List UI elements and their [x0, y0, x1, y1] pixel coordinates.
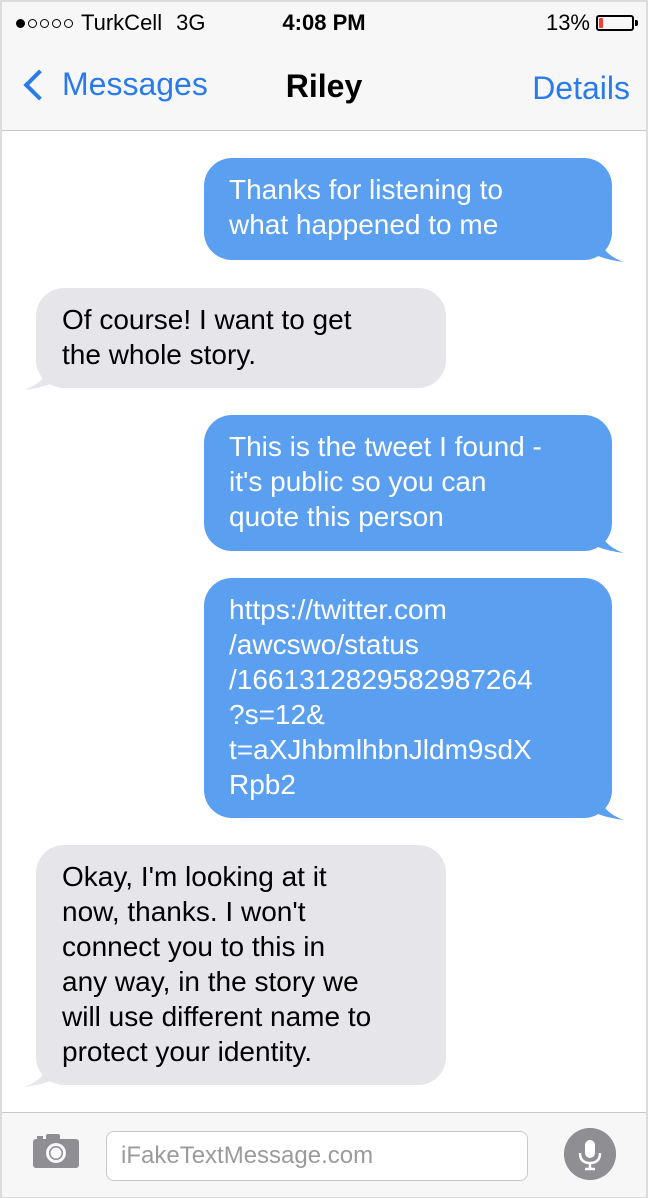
camera-icon[interactable] [32, 1133, 80, 1169]
message-text: Thanks for listening to [229, 174, 503, 205]
message-bubble-received[interactable]: Of course! I want to get the whole story… [24, 288, 446, 390]
bubble-tail [598, 790, 624, 820]
bubble-tail [24, 1057, 50, 1087]
battery-percent: 13% [545, 10, 590, 35]
message-link-text: /1661312829582987264 [229, 664, 533, 695]
message-bubble-sent[interactable]: This is the tweet I found - it's public … [204, 415, 624, 553]
phone-screen: TurkCell 3G 4:08 PM 13% Messages Riley D… [0, 0, 648, 1198]
message-text: This is the tweet I found - [229, 431, 542, 462]
message-link-text: https://twitter.com [229, 594, 447, 625]
bubble-tail [24, 360, 50, 390]
microphone-icon[interactable] [564, 1128, 616, 1180]
message-text: it's public so you can [229, 466, 487, 497]
message-link-text: ?s=12& [229, 699, 325, 730]
message-link-text: /awcswo/status [229, 629, 419, 660]
message-link-text: t=aXJhbmlhbnJldm9sdX [229, 734, 532, 765]
message-text: connect you to this in [62, 931, 326, 962]
message-bubble-sent[interactable]: https://twitter.com /awcswo/status /1661… [204, 578, 624, 820]
message-composer: iFakeTextMessage.com [2, 1112, 646, 1197]
message-text: any way, in the story we [62, 966, 359, 997]
battery-level [599, 18, 603, 28]
status-bar: TurkCell 3G 4:08 PM 13% [2, 2, 646, 44]
message-text: protect your identity. [62, 1036, 313, 1067]
battery-icon [596, 15, 638, 31]
navigation-bar: Messages Riley Details [2, 44, 646, 131]
message-bubble-sent[interactable]: Thanks for listening to what happened to… [204, 158, 624, 262]
message-text: Of course! I want to get [62, 304, 352, 335]
status-right: 13% [545, 10, 638, 36]
message-link-text: Rpb2 [229, 769, 296, 800]
bubble-tail [598, 232, 624, 262]
message-text: Okay, I'm looking at it [62, 861, 327, 892]
message-text: now, thanks. I won't [62, 896, 306, 927]
bubble-tail [598, 523, 624, 553]
message-text: quote this person [229, 501, 444, 532]
message-input[interactable]: iFakeTextMessage.com [106, 1131, 528, 1181]
message-bubble-received[interactable]: Okay, I'm looking at it now, thanks. I w… [24, 845, 446, 1087]
details-button[interactable]: Details [532, 70, 630, 107]
message-text: will use different name to [62, 1001, 372, 1032]
message-text: what happened to me [229, 209, 499, 240]
message-text: the whole story. [62, 339, 257, 370]
